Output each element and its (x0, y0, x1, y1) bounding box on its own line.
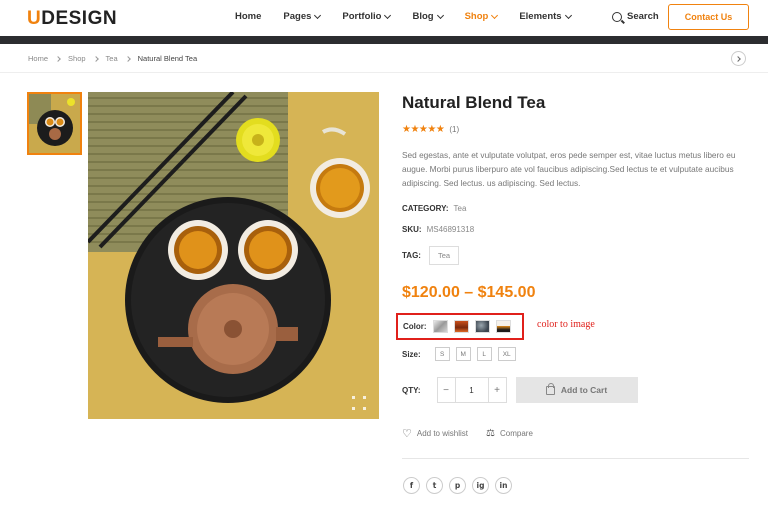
breadcrumb-tea[interactable]: Tea (106, 54, 118, 63)
product-main-image[interactable] (88, 92, 379, 419)
breadcrumb-home[interactable]: Home (28, 54, 48, 63)
review-count[interactable]: (1) (449, 125, 459, 134)
section-divider (402, 458, 749, 459)
qty-decrease-button[interactable]: − (438, 378, 455, 402)
product-thumbnail[interactable] (27, 92, 82, 155)
product-tags: TAG: Tea (402, 246, 460, 265)
nav-item-pages[interactable]: Pages (283, 11, 322, 22)
breadcrumb-divider (0, 72, 768, 73)
contact-us-button[interactable]: Contact Us (668, 4, 749, 30)
nav-item-blog[interactable]: Blog (412, 11, 444, 22)
product-title: Natural Blend Tea (402, 93, 546, 112)
tag-chip[interactable]: Tea (428, 246, 460, 265)
compare-button[interactable]: ⚖ Compare (486, 428, 533, 439)
logo-text: DESIGN (41, 8, 118, 29)
add-to-wishlist-button[interactable]: ♡ Add to wishlist (402, 427, 468, 440)
qty-increase-button[interactable]: + (489, 378, 506, 402)
nav-item-elements[interactable]: Elements (519, 11, 572, 22)
color-swatch-rust[interactable] (453, 320, 469, 333)
chevron-right-icon (55, 55, 61, 62)
search-label: Search (627, 11, 659, 22)
tag-label: TAG: (402, 251, 421, 260)
zoom-icon[interactable] (352, 396, 366, 410)
add-to-cart-button[interactable]: Add to Cart (515, 377, 638, 403)
logo-initial: U (27, 8, 42, 29)
product-category: CATEGORY: Tea (402, 204, 466, 213)
chevron-down-icon (384, 11, 392, 19)
size-option-xl[interactable]: XL (497, 347, 516, 361)
nav-item-portfolio[interactable]: Portfolio (342, 11, 392, 22)
chevron-right-icon (124, 55, 131, 62)
scale-icon: ⚖ (486, 428, 495, 439)
heart-icon: ♡ (402, 428, 412, 440)
sku-value: MS46891318 (426, 225, 475, 234)
product-rating[interactable]: ★★★★★ (1) (402, 124, 459, 135)
instagram-icon[interactable]: ig (472, 477, 489, 494)
breadcrumb: Home Shop Tea Natural Blend Tea (28, 54, 197, 63)
size-option-l[interactable]: L (476, 347, 492, 361)
chevron-right-icon (734, 55, 741, 62)
add-to-cart-label: Add to Cart (560, 385, 608, 395)
shopping-bag-icon (545, 382, 555, 395)
chevron-down-icon (564, 11, 572, 19)
color-label: Color: (403, 322, 427, 331)
header-bottom-bar (0, 36, 768, 44)
star-rating-icon: ★★★★★ (402, 124, 445, 135)
nav-item-home[interactable]: Home (235, 11, 261, 22)
chevron-down-icon (491, 11, 499, 19)
sku-label: SKU: (402, 225, 422, 234)
size-option-s[interactable]: S (434, 347, 450, 361)
pinterest-icon[interactable]: p (449, 477, 466, 494)
search-button[interactable]: Search (612, 11, 659, 22)
compare-label: Compare (499, 429, 533, 438)
site-logo[interactable]: UDESIGN (27, 8, 117, 30)
size-selector: Size: S M L XL (402, 347, 516, 361)
facebook-icon[interactable]: f (403, 477, 420, 494)
main-nav: Home Pages Portfolio Blog Shop Elements (235, 11, 593, 22)
quantity-and-cart: QTY: − 1 + Add to Cart (402, 377, 638, 403)
nav-item-shop[interactable]: Shop (465, 11, 499, 22)
breadcrumb-current: Natural Blend Tea (137, 54, 198, 63)
color-selector: Color: (396, 313, 524, 340)
chevron-right-icon (92, 55, 99, 62)
product-description: Sed egestas, ante et vulputate volutpat,… (402, 150, 736, 188)
qty-label: QTY: (402, 385, 421, 395)
color-swatch-silver[interactable] (432, 320, 448, 333)
product-sku: SKU: MS46891318 (402, 225, 474, 234)
size-label: Size: (402, 349, 421, 359)
product-price: $120.00 – $145.00 (402, 284, 536, 301)
size-option-m[interactable]: M (455, 347, 471, 361)
qty-input[interactable]: 1 (454, 378, 489, 402)
category-link[interactable]: Tea (454, 204, 467, 213)
social-share: f t p ig in (403, 477, 512, 494)
product-actions: ♡ Add to wishlist ⚖ Compare (402, 427, 551, 440)
chevron-down-icon (436, 11, 444, 19)
wishlist-label: Add to wishlist (416, 429, 469, 438)
color-annotation-note: color to image (537, 319, 595, 330)
linkedin-icon[interactable]: in (495, 477, 512, 494)
tea-set-image (88, 92, 379, 419)
tea-thumbnail-image (29, 94, 80, 153)
color-swatch-slate[interactable] (474, 320, 490, 333)
site-header: UDESIGN Home Pages Portfolio Blog Shop E… (0, 0, 768, 36)
breadcrumb-shop[interactable]: Shop (68, 54, 86, 63)
next-product-button[interactable] (731, 51, 746, 66)
quantity-stepper: − 1 + (436, 377, 507, 403)
color-swatch-sunset[interactable] (495, 320, 511, 333)
chevron-down-icon (314, 11, 322, 19)
category-label: CATEGORY: (402, 204, 449, 213)
twitter-icon[interactable]: t (426, 477, 443, 494)
search-icon (612, 11, 622, 22)
